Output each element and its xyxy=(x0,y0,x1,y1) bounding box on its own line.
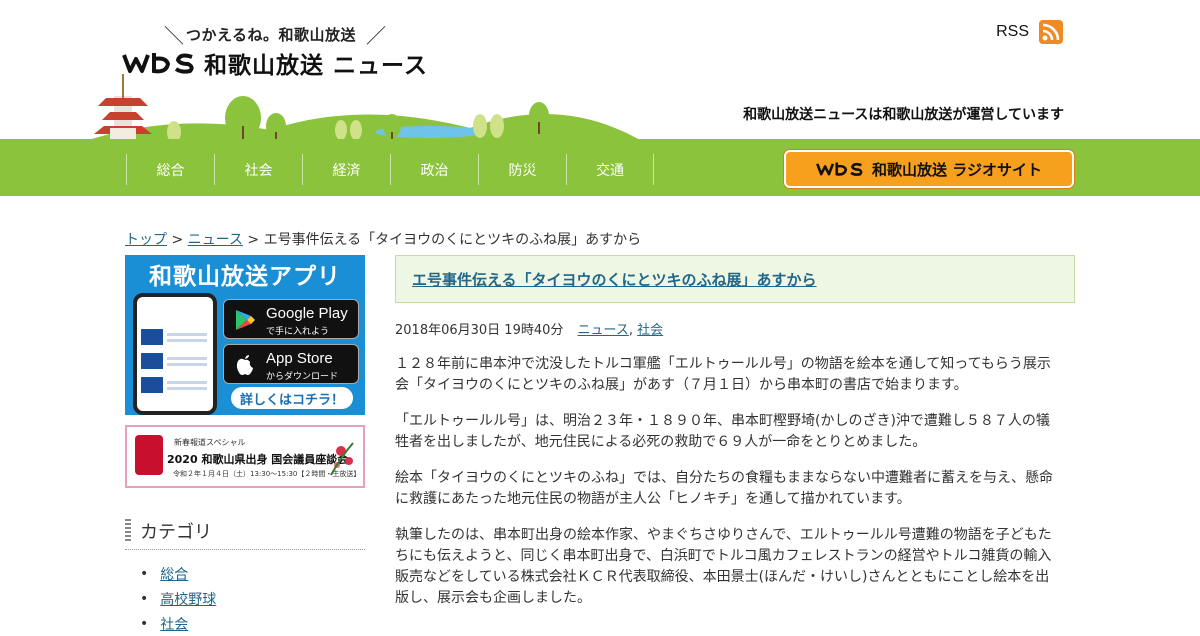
rss-link[interactable]: RSS xyxy=(996,20,1063,44)
rss-icon xyxy=(1039,20,1063,44)
article-meta: 2018年06月30日 19時40分 ニュース, 社会 xyxy=(395,323,664,338)
tagline: つかえるね。和歌山放送 xyxy=(186,26,357,44)
google-play-title: Google Play xyxy=(266,305,348,322)
radio-site-label: 和歌山放送 ラジオサイト xyxy=(872,160,1042,179)
article-paragraph: 絵本「タイヨウのくにとツキのふね」では、自分たちの食糧もままならない中遭難者に蓄… xyxy=(395,470,1053,507)
apple-icon xyxy=(236,355,253,375)
category-item: 総合 xyxy=(140,561,216,586)
logo-text: 和歌山放送 ニュース xyxy=(204,53,428,79)
wbs-logo-icon xyxy=(816,162,863,176)
category-link-society[interactable]: 社会 xyxy=(160,614,188,634)
article-title-box: エ号事件伝える「タイヨウのくにとツキのふね展」あすから xyxy=(395,255,1075,303)
google-play-button[interactable]: Google Play で手に入れよう xyxy=(223,299,359,339)
event-banner-title: 2020 和歌山県出身 国会議員座談会 xyxy=(167,453,349,466)
breadcrumb-news-link[interactable]: ニュース xyxy=(188,232,243,248)
breadcrumb-top-link[interactable]: トップ xyxy=(125,232,167,248)
category-title: カテゴリ xyxy=(140,522,212,543)
event-banner-kicker: 新春報道スペシャル xyxy=(174,438,246,447)
nav-item-disaster[interactable]: 防災 xyxy=(478,154,566,185)
phone-illustration xyxy=(133,293,217,415)
app-banner-title: 和歌山放送アプリ xyxy=(149,264,341,290)
wbs-logo-icon xyxy=(122,53,194,74)
google-play-sub: で手に入れよう xyxy=(266,327,330,337)
app-store-sub: からダウンロード xyxy=(266,372,339,382)
rss-label: RSS xyxy=(996,23,1029,40)
category-list: 総合 高校野球 社会 xyxy=(140,561,216,636)
category-header-bar xyxy=(125,519,131,541)
nav-item-general[interactable]: 総合 xyxy=(126,154,214,185)
event-banner[interactable]: 新春報道スペシャル 2020 和歌山県出身 国会議員座談会 令和２年１月４日（土… xyxy=(125,425,365,488)
article-paragraph: 執筆したのは、串本町出身の絵本作家、やまぐちさゆりさんで、エルトゥールル号遭難の… xyxy=(395,527,1052,606)
nav-item-politics[interactable]: 政治 xyxy=(390,154,478,185)
article-tag-society[interactable]: 社会 xyxy=(637,323,663,338)
article-paragraph: １２８年前に串本沖で沈没したトルコ軍艦「エルトゥールル号」の物語を絵本を通して知… xyxy=(395,356,1051,393)
app-store-button[interactable]: App Store からダウンロード xyxy=(223,344,359,384)
category-link-high-school-baseball[interactable]: 高校野球 xyxy=(160,589,216,609)
category-item: 社会 xyxy=(140,611,216,636)
tagline-slash-right: ／ xyxy=(366,24,386,48)
article-body: １２８年前に串本沖で沈没したトルコ軍艦「エルトゥールル号」の物語を絵本を通して知… xyxy=(395,354,1060,624)
google-play-icon xyxy=(236,310,255,330)
plum-blossom-icon xyxy=(330,442,354,476)
nav-item-economy[interactable]: 経済 xyxy=(302,154,390,185)
app-store-title: App Store xyxy=(266,350,333,367)
category-header: カテゴリ xyxy=(125,517,365,550)
operator-note: 和歌山放送ニュースは和歌山放送が運営しています xyxy=(743,107,1064,123)
main-nav: 総合 社会 経済 政治 防災 交通 xyxy=(126,154,654,185)
breadcrumb-separator: > xyxy=(171,232,184,248)
app-banner[interactable]: 和歌山放送アプリ Google Play で手に入れよう App Store か… xyxy=(125,255,365,415)
radio-site-button[interactable]: 和歌山放送 ラジオサイト xyxy=(784,150,1074,188)
site-logo[interactable]: 和歌山放送 ニュース xyxy=(122,48,428,79)
nav-item-traffic[interactable]: 交通 xyxy=(566,154,654,185)
app-details-button[interactable]: 詳しくはコチラ！ xyxy=(231,387,353,409)
breadcrumb-separator: > xyxy=(247,232,260,248)
breadcrumb: トップ > ニュース > エ号事件伝える「タイヨウのくにとツキのふね展」あすから xyxy=(125,229,641,249)
article-tag-news[interactable]: ニュース xyxy=(578,323,629,338)
article-title-link[interactable]: エ号事件伝える「タイヨウのくにとツキのふね展」あすから xyxy=(412,269,817,290)
tagline-slash-left: ＼ xyxy=(164,24,184,48)
category-link-general[interactable]: 総合 xyxy=(160,564,188,584)
article-paragraph: 「エルトゥールル号」は、明治２３年・１８９０年、串本町樫野埼(かしのざき)沖で遭… xyxy=(395,413,1050,450)
nav-item-society[interactable]: 社会 xyxy=(214,154,302,185)
category-item: 高校野球 xyxy=(140,586,216,611)
article-date: 2018年06月30日 19時40分 xyxy=(395,323,564,338)
new-year-ornament-icon xyxy=(135,435,163,475)
breadcrumb-current: エ号事件伝える「タイヨウのくにとツキのふね展」あすから xyxy=(263,232,642,248)
